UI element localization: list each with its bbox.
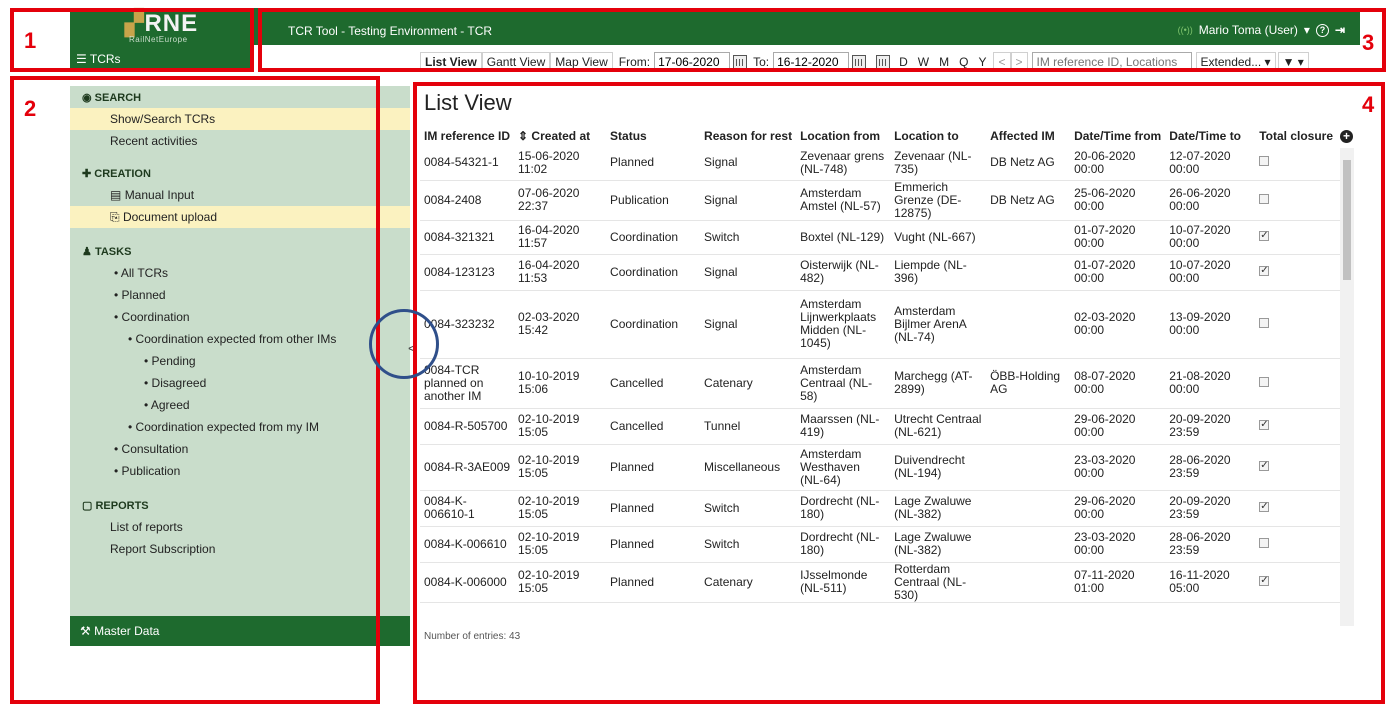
annotation-label-2: 2 — [24, 96, 37, 121]
annotation-label-4: 4 — [1362, 92, 1375, 117]
annotation-label-3: 3 — [1362, 30, 1375, 55]
annotation-label-1: 1 — [24, 28, 37, 53]
annotation-box-2 — [10, 76, 380, 704]
annotation-box-4 — [413, 82, 1385, 704]
annotation-box-3 — [258, 8, 1386, 72]
highlight-circle — [369, 309, 439, 379]
annotation-box-1 — [10, 8, 254, 72]
app-root: ▞RNE RailNetEurope ☰ TCRs TCR Tool - Tes… — [0, 0, 1390, 704]
